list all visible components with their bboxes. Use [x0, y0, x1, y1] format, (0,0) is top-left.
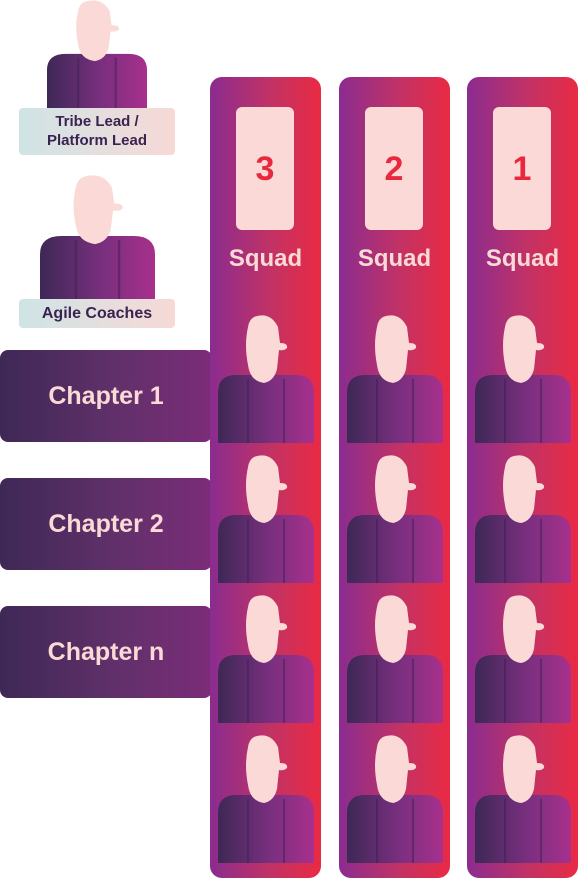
chapter-row-1: Chapter 1	[0, 350, 212, 442]
chapter-label: Chapter 2	[48, 510, 164, 538]
squad-column-2: 2 Squad	[339, 77, 450, 878]
tribe-lead-figure	[47, 0, 147, 115]
person-icon	[47, 0, 147, 115]
tribe-lead-label-line1: Tribe Lead /	[55, 113, 139, 130]
person-icon	[347, 595, 443, 723]
squad-member	[475, 595, 571, 723]
squad-member	[347, 735, 443, 863]
squad-member	[475, 735, 571, 863]
squad-number: 1	[512, 150, 532, 188]
person-icon	[218, 595, 314, 723]
squad-label: Squad	[485, 245, 560, 272]
squad-number-card: 2	[365, 107, 423, 230]
tribe-lead-label: Tribe Lead / Platform Lead	[19, 108, 175, 155]
squad-number: 3	[255, 150, 275, 188]
person-icon	[347, 735, 443, 863]
squad-member	[347, 595, 443, 723]
squad-number-card: 3	[236, 107, 294, 230]
squad-label: Squad	[228, 245, 303, 272]
person-icon	[218, 315, 314, 443]
squad-member	[218, 595, 314, 723]
squad-member	[475, 315, 571, 443]
agile-coaches-label: Agile Coaches	[19, 299, 175, 328]
squad-number: 2	[384, 150, 404, 188]
squad-member	[218, 455, 314, 583]
chapter-label: Chapter n	[47, 638, 165, 666]
squad-column-1: 1 Squad	[467, 77, 578, 878]
squad-column-3: 3 Squad	[210, 77, 321, 878]
chapter-row-2: Chapter 2	[0, 478, 212, 570]
squad-number-card: 1	[493, 107, 551, 230]
person-icon	[347, 455, 443, 583]
person-icon	[218, 455, 314, 583]
person-icon	[475, 735, 571, 863]
squad-member	[475, 455, 571, 583]
squad-label: Squad	[357, 245, 432, 272]
squad-member	[347, 455, 443, 583]
person-icon	[347, 315, 443, 443]
agile-coaches-figure	[40, 175, 155, 305]
squad-member	[347, 315, 443, 443]
tribe-lead-label-line2: Platform Lead	[46, 132, 148, 149]
chapter-row-n: Chapter n	[0, 606, 212, 698]
person-icon	[475, 315, 571, 443]
person-icon	[218, 735, 314, 863]
squad-member	[218, 735, 314, 863]
squad-member	[218, 315, 314, 443]
person-icon	[475, 455, 571, 583]
person-icon	[475, 595, 571, 723]
chapter-label: Chapter 1	[48, 382, 164, 410]
person-icon	[40, 175, 155, 305]
